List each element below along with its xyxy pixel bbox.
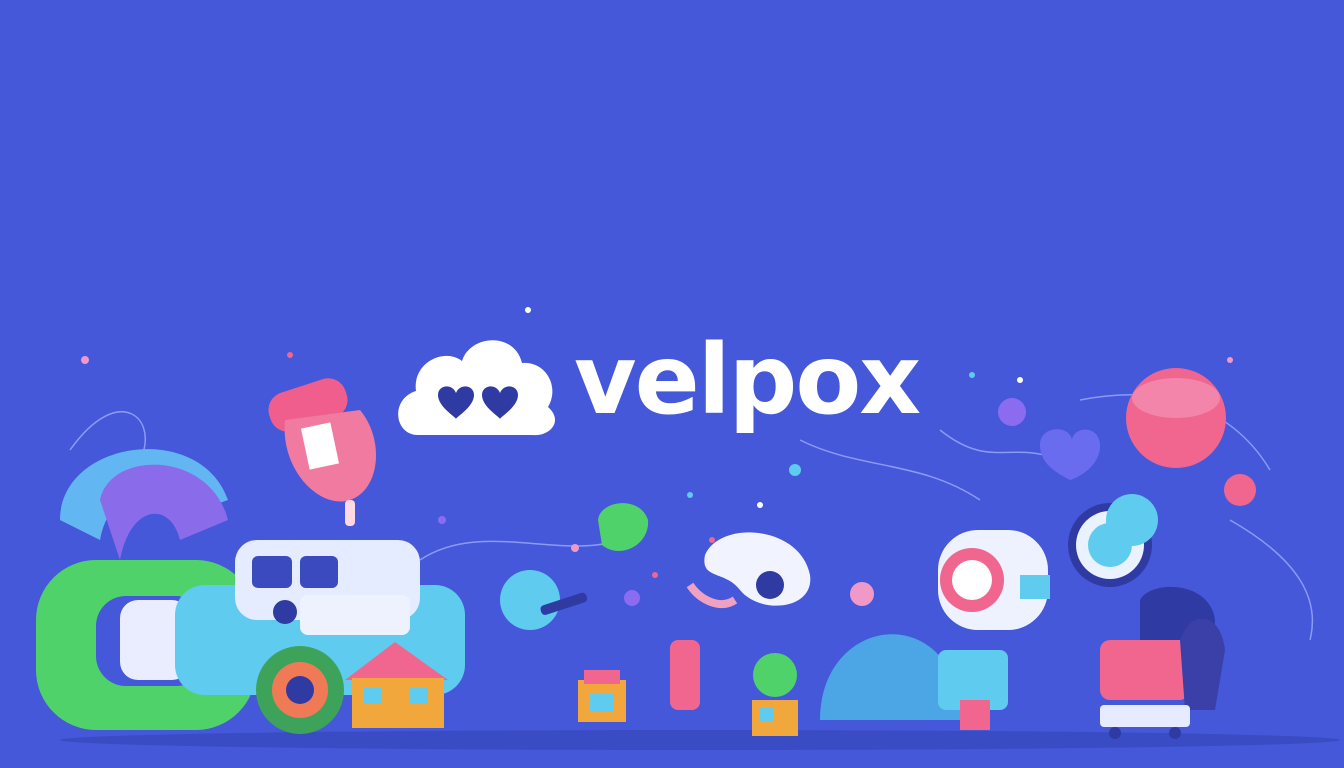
mushroom-dome bbox=[60, 449, 228, 560]
leaf-blob bbox=[598, 503, 649, 551]
pink-planet bbox=[1126, 368, 1226, 468]
brand-lockup: velpox bbox=[396, 324, 921, 443]
hero-stage: velpox bbox=[0, 0, 1344, 768]
creature-eye bbox=[1068, 494, 1158, 587]
cloud-with-hearts-icon bbox=[398, 340, 556, 436]
swirl-ribbon bbox=[686, 532, 811, 608]
heart-cluster bbox=[1040, 429, 1101, 480]
brand-name: velpox bbox=[574, 324, 921, 436]
mitten bbox=[268, 378, 377, 526]
shop bbox=[578, 670, 626, 722]
pink-pillar bbox=[670, 640, 700, 710]
tree bbox=[752, 653, 798, 736]
ground-shadow bbox=[60, 730, 1340, 750]
balloon bbox=[500, 570, 588, 630]
robot-camera bbox=[938, 530, 1050, 630]
